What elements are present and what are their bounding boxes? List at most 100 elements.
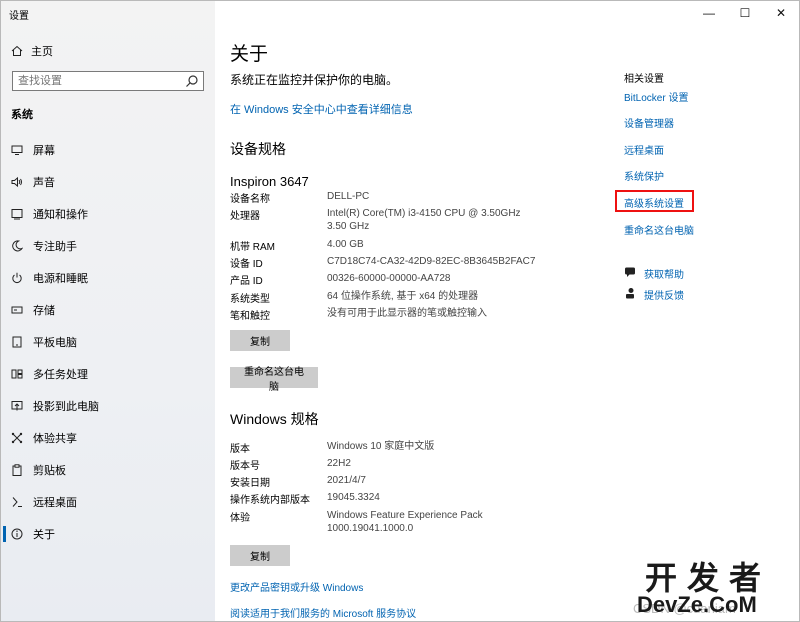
spec-row-device-id: 设备 ID C7D18C74-CA32-42D9-82EC-8B3645B2FA… [230,255,610,270]
device-specs-title: 设备规格 [230,141,286,157]
search-input[interactable] [13,72,184,90]
sidebar-item-11[interactable]: 远程桌面 [1,486,215,518]
sound-icon [11,176,23,188]
sidebar-item-label: 通知和操作 [33,209,88,221]
settings-window: 设置 主页 系统 屏幕声音通知和操作专注助手电源和睡眠存储平板电脑多任务处理投影… [0,0,800,622]
sidebar-item-12[interactable]: 关于 [1,518,215,550]
copy-windows-specs-button[interactable]: 复制 [230,545,290,566]
sidebar-item-3[interactable]: 专注助手 [1,230,215,262]
sidebar-item-6[interactable]: 平板电脑 [1,326,215,358]
sidebar-item-label: 关于 [33,529,55,541]
feedback-icon [624,287,636,302]
spec-key: 处理器 [230,211,260,222]
sidebar-item-7[interactable]: 多任务处理 [1,358,215,390]
spec-value-line2: 3.50 GHz [327,221,370,232]
section-label-system: 系统 [11,109,33,121]
sidebar-item-label: 剪贴板 [33,465,66,477]
remote-desktop-link[interactable]: 远程桌面 [624,142,664,157]
get-help-label[interactable]: 获取帮助 [644,266,684,281]
spec-key: 版本 [230,444,250,455]
device-manager-link[interactable]: 设备管理器 [624,115,674,130]
sidebar-item-2[interactable]: 通知和操作 [1,198,215,230]
spec-value: 2021/4/7 [327,475,366,486]
spec-key: 设备名称 [230,194,270,205]
moon-icon [11,240,23,252]
spec-key: 版本号 [230,461,260,472]
spec-value: 64 位操作系统, 基于 x64 的处理器 [327,291,479,302]
info-icon [11,528,23,540]
spec-row-experience: 体验 Windows Feature Experience Pack 1000.… [230,509,610,535]
system-protection-link[interactable]: 系统保护 [624,168,664,183]
spec-key: 操作系统内部版本 [230,495,310,506]
sidebar-nav: 屏幕声音通知和操作专注助手电源和睡眠 存储 平板电脑 多任务处理投影到此电脑 体验共享剪… [1,134,215,550]
remote-icon [11,496,23,508]
spec-value: C7D18C74-CA32-42D9-82EC-8B3645B2FAC7 [327,256,536,267]
device-model: Inspiron 3647 [230,174,309,189]
sidebar-item-10[interactable]: 剪贴板 [1,454,215,486]
home-icon [11,45,23,57]
bitlocker-link[interactable]: BitLocker 设置 [624,89,688,104]
spec-value: Intel(R) Core(TM) i3-4150 CPU @ 3.50GHz [327,208,521,219]
multitask-icon [11,368,23,380]
spec-value: 19045.3324 [327,492,380,503]
protection-status: 系统正在监控并保护你的电脑。 [230,73,399,87]
sidebar-item-0[interactable]: 屏幕 [1,134,215,166]
sidebar-item-1[interactable]: 声音 [1,166,215,198]
share-icon [11,432,23,444]
clipboard-icon [11,464,23,476]
spec-key: 安装日期 [230,478,270,489]
display-icon [11,144,23,156]
copy-device-specs-button[interactable]: 复制 [230,330,290,351]
spec-row-edition: 版本 Windows 10 家庭中文版 [230,440,610,455]
sidebar-item-label: 投影到此电脑 [33,401,99,413]
sidebar-item-label: 声音 [33,177,55,189]
search-icon[interactable] [184,73,200,89]
sidebar-item-label: 屏幕 [33,145,55,157]
service-agreement-link[interactable]: 阅读适用于我们服务的 Microsoft 服务协议 [230,605,416,620]
close-button[interactable]: ✕ [763,1,799,25]
window-title: 设置 [9,11,29,22]
spec-row-ram: 机带 RAM 4.00 GB [230,238,610,253]
spec-value-wrap: Intel(R) Core(TM) i3-4150 CPU @ 3.50GHz … [327,207,521,233]
sidebar-item-label: 体验共享 [33,433,77,445]
power-icon [11,272,23,284]
sidebar-item-label: 专注助手 [33,241,77,253]
highlight-box [615,190,694,212]
minimize-button[interactable]: — [691,1,727,25]
sidebar-item-8[interactable]: 投影到此电脑 [1,390,215,422]
watermark-site: DevZe.CoM [637,592,757,617]
get-help-item[interactable]: 获取帮助 [624,266,684,281]
spec-key: 机带 RAM [230,242,275,253]
page-title: 关于 [230,44,269,65]
rename-pc-link[interactable]: 重命名这台电脑 [624,222,694,237]
spec-value: Windows Feature Experience Pack [327,510,483,521]
spec-value-wrap: Windows Feature Experience Pack 1000.190… [327,509,483,535]
spec-key: 产品 ID [230,276,263,287]
spec-key: 笔和触控 [230,311,270,322]
windows-specs-title: Windows 规格 [230,411,319,427]
feedback-item[interactable]: 提供反馈 [624,287,684,302]
product-key-link[interactable]: 更改产品密钥或升级 Windows [230,579,363,594]
spec-row-processor: 处理器 Intel(R) Core(TM) i3-4150 CPU @ 3.50… [230,207,610,233]
notification-icon [11,208,23,220]
search-box[interactable] [12,71,204,91]
home-nav-item[interactable]: 主页 [11,43,53,59]
storage-icon [11,304,23,316]
spec-value: Windows 10 家庭中文版 [327,441,435,452]
spec-row-os-build: 操作系统内部版本 19045.3324 [230,491,610,506]
spec-value: 22H2 [327,458,351,469]
spec-row-system-type: 系统类型 64 位操作系统, 基于 x64 的处理器 [230,290,610,305]
sidebar-item-4[interactable]: 电源和睡眠 [1,262,215,294]
sidebar-item-5[interactable]: 存储 [1,294,215,326]
tablet-icon [11,336,23,348]
feedback-label[interactable]: 提供反馈 [644,287,684,302]
sidebar-item-9[interactable]: 体验共享 [1,422,215,454]
security-center-link[interactable]: 在 Windows 安全中心中查看详细信息 [230,101,413,117]
rename-pc-button[interactable]: 重命名这台电脑 [230,367,318,393]
spec-key: 体验 [230,513,250,524]
help-icon [624,266,636,281]
spec-row-pen-touch: 笔和触控 没有可用于此显示器的笔或触控输入 [230,307,610,322]
maximize-button[interactable]: ☐ [727,1,763,25]
project-icon [11,400,23,412]
spec-value: 没有可用于此显示器的笔或触控输入 [327,308,487,319]
